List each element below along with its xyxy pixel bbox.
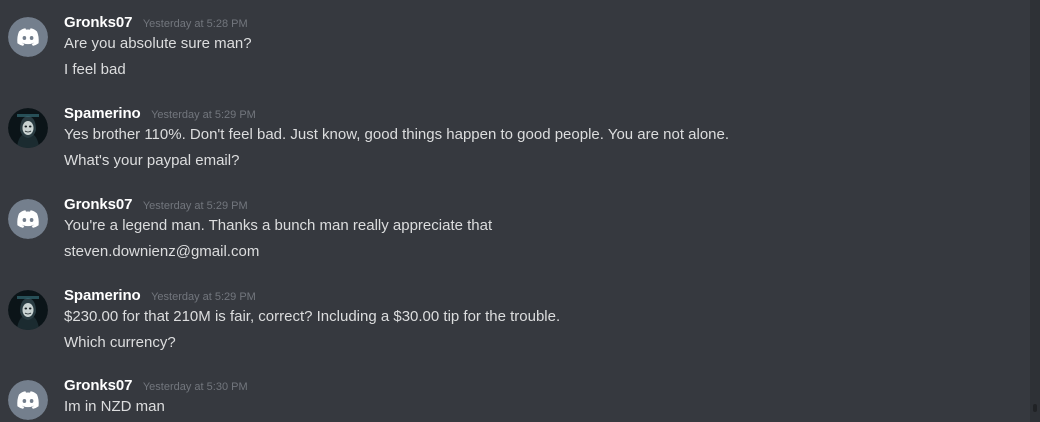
message-text: You're a legend man. Thanks a bunch man … — [64, 217, 493, 234]
message-group: Gronks07 Yesterday at 5:28 PM Are you ab… — [0, 14, 1030, 84]
avatar[interactable] — [8, 380, 48, 420]
discord-logo-icon — [8, 380, 48, 420]
discord-logo-icon — [8, 199, 48, 239]
timestamp: Yesterday at 5:29 PM — [151, 291, 256, 303]
scrollbar-thumb[interactable] — [1033, 404, 1037, 412]
message-group: Gronks07 Yesterday at 5:29 PM You're a l… — [0, 196, 1030, 266]
message-text: Yes brother 110%. Don't feel bad. Just k… — [64, 126, 730, 143]
message-group: Gronks07 Yesterday at 5:30 PM Im in NZD … — [0, 377, 1030, 422]
username[interactable]: Gronks07 — [64, 196, 133, 213]
avatar[interactable] — [8, 17, 48, 57]
timestamp: Yesterday at 5:29 PM — [142, 200, 248, 212]
hooded-figure-avatar-icon — [8, 290, 48, 330]
message-header: Gronks07 Yesterday at 5:28 PM — [64, 14, 248, 34]
message-text: $230.00 for that 210M is fair, correct? … — [64, 308, 561, 325]
timestamp: Yesterday at 5:30 PM — [142, 381, 248, 393]
message-header: Spamerino Yesterday at 5:29 PM — [64, 105, 256, 125]
message-text: I feel bad — [64, 61, 126, 78]
message-header: Gronks07 Yesterday at 5:29 PM — [64, 196, 248, 216]
message-group: Spamerino Yesterday at 5:29 PM Yes broth… — [0, 105, 1030, 175]
message-group: Spamerino Yesterday at 5:29 PM $230.00 f… — [0, 287, 1030, 357]
username[interactable]: Gronks07 — [64, 14, 133, 31]
message-text: Are you absolute sure man? — [64, 35, 252, 52]
message-header: Spamerino Yesterday at 5:29 PM — [64, 287, 256, 307]
username[interactable]: Spamerino — [64, 105, 141, 122]
message-header: Gronks07 Yesterday at 5:30 PM — [64, 377, 248, 397]
username[interactable]: Gronks07 — [64, 377, 133, 394]
timestamp: Yesterday at 5:29 PM — [151, 109, 256, 121]
avatar[interactable] — [8, 108, 48, 148]
avatar[interactable] — [8, 290, 48, 330]
message-text: steven.downienz@gmail.com — [64, 243, 260, 260]
message-text: Im in NZD man — [64, 398, 165, 415]
message-text: What's your paypal email? — [64, 152, 240, 169]
avatar[interactable] — [8, 199, 48, 239]
chat-message-list: Gronks07 Yesterday at 5:28 PM Are you ab… — [0, 0, 1030, 422]
timestamp: Yesterday at 5:28 PM — [142, 18, 248, 30]
username[interactable]: Spamerino — [64, 287, 141, 304]
message-text: Which currency? — [64, 334, 176, 351]
discord-logo-icon — [8, 17, 48, 57]
hooded-figure-avatar-icon — [8, 108, 48, 148]
scrollbar[interactable] — [1030, 0, 1040, 422]
